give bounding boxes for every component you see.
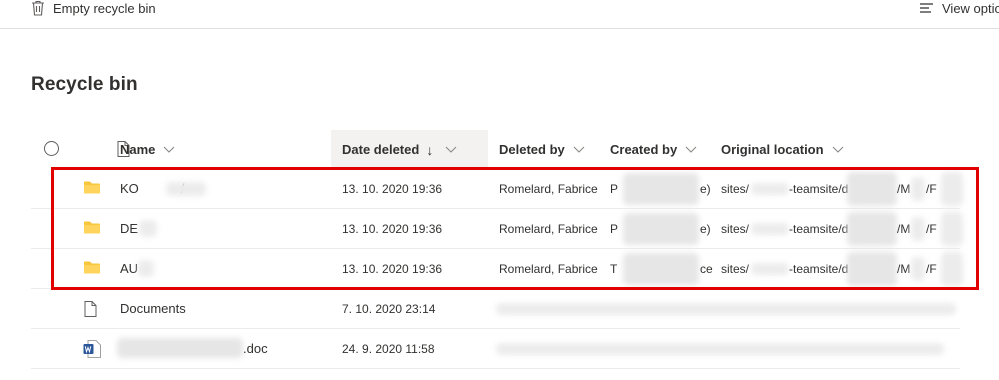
table-row[interactable]: Documents 7. 10. 2020 23:14: [31, 289, 960, 329]
redacted-text: [623, 253, 699, 285]
view-options-label: View optio: [942, 0, 999, 16]
redacted-text: [941, 252, 963, 286]
redacted-text: [911, 257, 925, 281]
location-mid: -teamsite/d: [789, 261, 849, 276]
location-mid: -teamsite/d: [789, 221, 849, 236]
deleted-by: Romelard, Fabrice: [499, 261, 598, 276]
page-title: Recycle bin: [31, 74, 138, 95]
redacted-text: [117, 338, 243, 358]
redacted-text: [847, 172, 897, 206]
empty-recycle-bin-label: Empty recycle bin: [53, 0, 156, 16]
column-header-name-label: Name: [120, 142, 156, 157]
deleted-by: Romelard, Fabrice: [499, 181, 598, 196]
redacted-text: [496, 303, 956, 315]
redacted-text: [623, 213, 699, 245]
chevron-down-icon: [445, 146, 457, 153]
redacted-text: [751, 263, 789, 275]
location-start: sites/: [721, 181, 750, 196]
column-header-date-deleted-label: Date deleted: [342, 142, 420, 157]
table-row[interactable]: .doc 24. 9. 2020 11:58: [31, 329, 960, 369]
document-icon: [84, 301, 97, 317]
redacted-text: [847, 212, 897, 246]
deleted-by: Romelard, Fabrice: [499, 221, 598, 236]
item-name[interactable]: Documents: [120, 289, 186, 328]
item-name[interactable]: AU: [120, 249, 138, 288]
word-document-icon: [83, 340, 101, 358]
redacted-text: [496, 343, 944, 355]
created-by-start: P: [610, 221, 619, 236]
column-header-date-deleted[interactable]: Date deleted ↓: [331, 130, 488, 169]
redacted-text: [911, 177, 925, 201]
redacted-text: [941, 172, 963, 206]
redacted-text: [166, 182, 206, 196]
chevron-down-icon: [164, 146, 175, 153]
trash-icon: [32, 0, 44, 16]
column-header-created-by-label: Created by: [610, 142, 678, 157]
chevron-down-icon: [573, 146, 585, 153]
redacted-text: [847, 252, 897, 286]
redacted-text: [751, 223, 789, 235]
created-by-start: P: [610, 181, 619, 196]
view-options-button[interactable]: View optio: [919, 0, 999, 16]
location-end: /M: [897, 181, 911, 196]
column-header-name[interactable]: Name: [120, 130, 175, 169]
view-options-icon: [920, 3, 933, 13]
date-deleted: 13. 10. 2020 19:36: [342, 181, 443, 196]
created-by-end: e): [700, 181, 711, 196]
created-by-end: ce: [700, 261, 713, 276]
chevron-down-icon: [685, 146, 697, 153]
redacted-text: [623, 173, 699, 205]
location-mid: -teamsite/d: [789, 181, 849, 196]
column-header-original-location-label: Original location: [721, 142, 824, 157]
command-bar: Empty recycle bin View optio: [0, 0, 999, 29]
folder-icon: [84, 261, 100, 274]
chevron-down-icon: [832, 146, 843, 153]
date-deleted: 24. 9. 2020 11:58: [342, 341, 435, 356]
redacted-text: [138, 260, 154, 277]
created-by-end: e): [700, 221, 711, 236]
column-header-original-location[interactable]: Original location: [721, 130, 844, 169]
location-end: /M: [897, 221, 911, 236]
date-deleted: 13. 10. 2020 19:36: [342, 261, 443, 276]
column-header-created-by[interactable]: Created by: [610, 130, 697, 169]
table-row[interactable]: KO/ 13. 10. 2020 19:36 Romelard, Fabrice…: [31, 169, 963, 209]
table-row[interactable]: DE 13. 10. 2020 19:36 Romelard, Fabrice …: [31, 209, 963, 249]
empty-recycle-bin-button[interactable]: Empty recycle bin: [31, 0, 156, 16]
folder-icon: [84, 221, 100, 234]
location-start: sites/: [721, 221, 750, 236]
created-by-start: T: [610, 261, 618, 276]
redacted-text: [139, 220, 157, 237]
date-deleted: 7. 10. 2020 23:14: [342, 301, 436, 316]
location-tail: /F: [926, 261, 937, 276]
column-header-deleted-by[interactable]: Deleted by: [499, 130, 585, 169]
redacted-text: [941, 212, 963, 246]
redacted-text: [911, 217, 925, 241]
item-name[interactable]: .doc: [243, 329, 268, 368]
item-name[interactable]: DE: [120, 209, 138, 248]
column-header-deleted-by-label: Deleted by: [499, 142, 565, 157]
folder-icon: [84, 181, 100, 194]
location-end: /M: [897, 261, 911, 276]
location-tail: /F: [926, 221, 937, 236]
table-row[interactable]: AU 13. 10. 2020 19:36 Romelard, Fabrice …: [31, 249, 963, 289]
location-start: sites/: [721, 261, 750, 276]
redacted-text: [751, 183, 789, 195]
date-deleted: 13. 10. 2020 19:36: [342, 221, 443, 236]
location-tail: /F: [926, 181, 937, 196]
sort-descending-icon: ↓: [426, 141, 434, 158]
list-header: Name Date deleted ↓ Deleted by Created b…: [31, 130, 999, 169]
select-all-checkbox[interactable]: [44, 141, 59, 156]
